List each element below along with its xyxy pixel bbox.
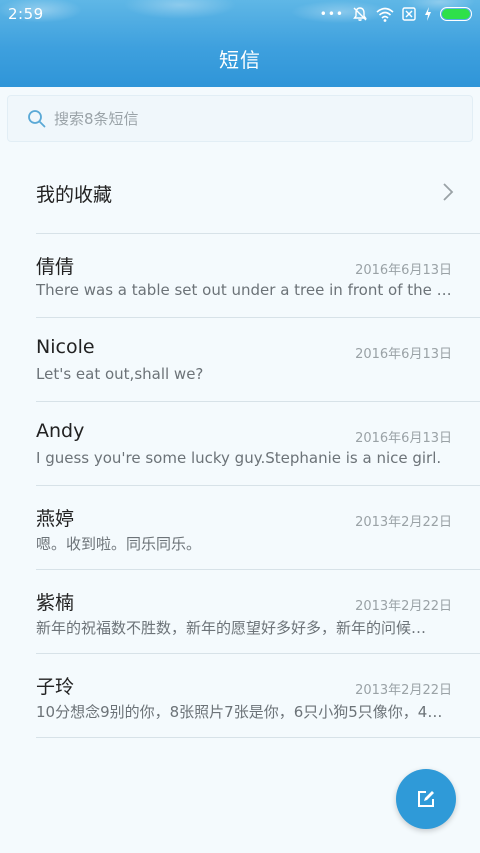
search-bar[interactable]: [7, 95, 473, 142]
battery-icon: [440, 7, 472, 21]
message-date: 2013年2月22日: [355, 599, 452, 614]
more-dots-icon: •••: [319, 7, 344, 21]
sim-card-icon: [402, 7, 416, 21]
app-header: 2:59 ••• 短信: [0, 0, 480, 87]
message-item[interactable]: 燕婷 2013年2月22日嗯。收到啦。同乐同乐。: [0, 485, 480, 569]
message-item[interactable]: Nicole 2016年6月13日 Let's eat out,shall we?: [0, 317, 480, 401]
favorites-label: 我的收藏: [36, 184, 113, 206]
battery-level: [442, 9, 470, 19]
compose-icon: [418, 791, 434, 807]
message-preview: Let's eat out,shall we?: [36, 365, 204, 383]
favorites-row[interactable]: 我的收藏: [0, 150, 480, 234]
chevron-right-icon: [443, 183, 454, 201]
status-time: 2:59: [8, 5, 44, 23]
divider: [36, 737, 480, 738]
charging-icon: [425, 7, 431, 21]
message-sender: Nicole: [36, 336, 95, 358]
message-preview: There was a table set out under a tree i…: [36, 281, 454, 299]
message-date: 2016年6月13日: [355, 263, 452, 278]
message-date: 2013年2月22日: [355, 515, 452, 530]
message-sender: 倩倩: [36, 256, 75, 278]
message-preview: I guess you're some lucky guy.Stephanie …: [36, 449, 442, 467]
message-preview: 10分想念9别的你，8张照片7张是你，6只小狗5只像你，4…: [36, 703, 443, 721]
status-bar: 2:59 •••: [0, 0, 480, 28]
message-preview: 嗯。收到啦。同乐同乐。: [36, 535, 202, 553]
message-date: 2013年2月22日: [355, 683, 452, 698]
message-item[interactable]: 子玲 2013年2月22日 10分想念9别的你，8张照片7张是你，6只小狗5只像你，…: [0, 653, 480, 737]
message-preview: 新年的祝福数不胜数，新年的愿望好多好多，新年的问候…: [36, 619, 427, 637]
message-sender: 燕婷: [36, 508, 75, 530]
page-title: 短信: [219, 48, 261, 72]
message-date: 2016年6月13日: [355, 347, 452, 362]
silent-bell-icon: [353, 7, 367, 21]
status-icons: •••: [320, 6, 472, 22]
message-item[interactable]: Andy 2016年6月13日 I guess you're some lucky …: [0, 401, 480, 485]
message-date: 2016年6月13日: [355, 431, 452, 446]
message-sender: 紫楠: [36, 592, 75, 614]
search-input[interactable]: [54, 107, 454, 131]
message-item[interactable]: 倩倩 2016年6月13日 There was a table set out un…: [0, 233, 480, 317]
wifi-icon: [376, 7, 394, 22]
message-sender: Andy: [36, 420, 85, 442]
compose-button[interactable]: [396, 769, 456, 829]
message-item[interactable]: 紫楠 2013年2月22日新年的祝福数不胜数，新年的愿望好多好多，新年的问候…: [0, 569, 480, 653]
search-icon: [28, 110, 46, 128]
message-sender: 子玲: [36, 676, 75, 698]
